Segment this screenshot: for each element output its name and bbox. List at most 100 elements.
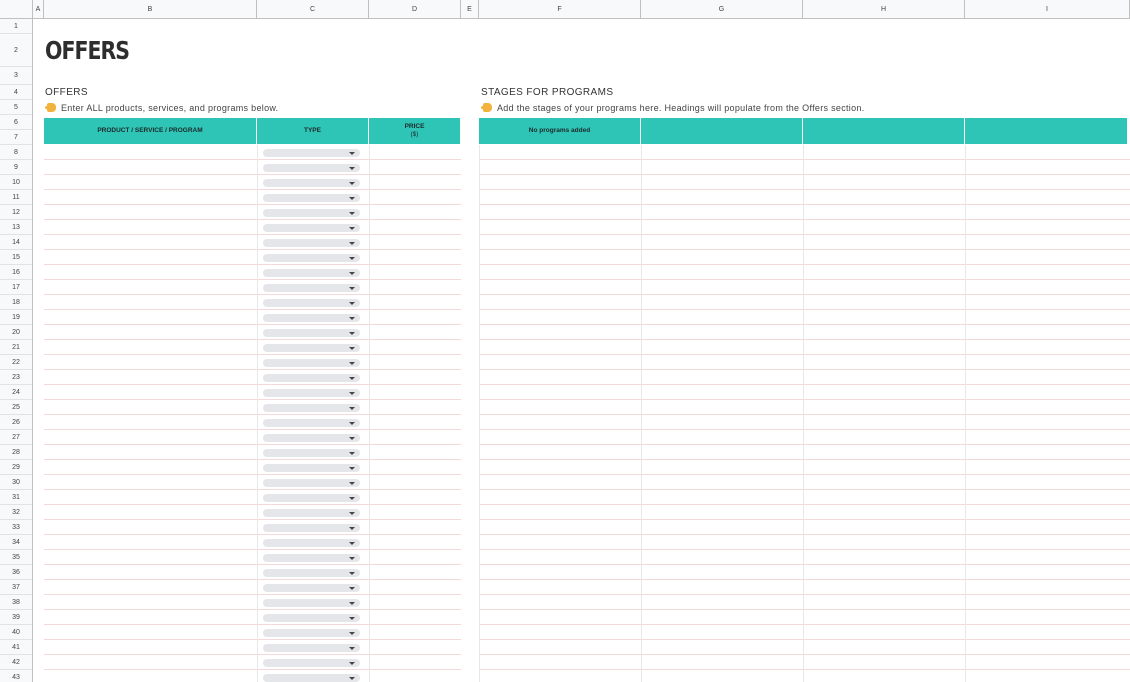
row-header-38[interactable]: 38 <box>0 595 32 610</box>
select-all-corner[interactable] <box>0 0 33 18</box>
row-header-34[interactable]: 34 <box>0 535 32 550</box>
row-header-25[interactable]: 25 <box>0 400 32 415</box>
row-header-3[interactable]: 3 <box>0 67 32 85</box>
type-dropdown[interactable] <box>263 164 360 172</box>
type-dropdown[interactable] <box>263 374 360 382</box>
type-dropdown[interactable] <box>263 299 360 307</box>
row-header-42[interactable]: 42 <box>0 655 32 670</box>
row-header-28[interactable]: 28 <box>0 445 32 460</box>
row-header-41[interactable]: 41 <box>0 640 32 655</box>
row-header-23[interactable]: 23 <box>0 370 32 385</box>
row-header-13[interactable]: 13 <box>0 220 32 235</box>
row-header-27[interactable]: 27 <box>0 430 32 445</box>
row-header-21[interactable]: 21 <box>0 340 32 355</box>
row-header-4[interactable]: 4 <box>0 85 32 100</box>
type-dropdown[interactable] <box>263 239 360 247</box>
row-header-17[interactable]: 17 <box>0 280 32 295</box>
header-stage-1[interactable]: No programs added <box>479 118 641 144</box>
type-dropdown[interactable] <box>263 269 360 277</box>
row-header-1[interactable]: 1 <box>0 19 32 34</box>
header-stage-4[interactable] <box>965 118 1128 144</box>
type-dropdown[interactable] <box>263 194 360 202</box>
row-header-6[interactable]: 6 <box>0 115 32 130</box>
row-header-43[interactable]: 43 <box>0 670 32 682</box>
row-header-2[interactable]: 2 <box>0 34 32 67</box>
row-header-20[interactable]: 20 <box>0 325 32 340</box>
type-dropdown[interactable] <box>263 614 360 622</box>
row-header-15[interactable]: 15 <box>0 250 32 265</box>
row-header-29[interactable]: 29 <box>0 460 32 475</box>
column-header-h[interactable]: H <box>803 0 965 18</box>
type-dropdown[interactable] <box>263 659 360 667</box>
row-header-33[interactable]: 33 <box>0 520 32 535</box>
row-header-24[interactable]: 24 <box>0 385 32 400</box>
column-header-c[interactable]: C <box>257 0 369 18</box>
type-dropdown[interactable] <box>263 449 360 457</box>
column-header-b[interactable]: B <box>44 0 257 18</box>
row-header-14[interactable]: 14 <box>0 235 32 250</box>
offers-row-divider <box>44 549 461 550</box>
type-dropdown[interactable] <box>263 359 360 367</box>
row-header-31[interactable]: 31 <box>0 490 32 505</box>
column-header-d[interactable]: D <box>369 0 461 18</box>
type-dropdown[interactable] <box>263 179 360 187</box>
type-dropdown[interactable] <box>263 584 360 592</box>
type-dropdown[interactable] <box>263 599 360 607</box>
type-dropdown[interactable] <box>263 509 360 517</box>
row-header-37[interactable]: 37 <box>0 580 32 595</box>
type-dropdown[interactable] <box>263 224 360 232</box>
type-dropdown[interactable] <box>263 539 360 547</box>
row-header-39[interactable]: 39 <box>0 610 32 625</box>
column-header-g[interactable]: G <box>641 0 803 18</box>
header-price[interactable]: PRICE ($) <box>369 118 461 144</box>
type-dropdown[interactable] <box>263 329 360 337</box>
type-dropdown[interactable] <box>263 629 360 637</box>
row-header-36[interactable]: 36 <box>0 565 32 580</box>
row-header-32[interactable]: 32 <box>0 505 32 520</box>
type-dropdown[interactable] <box>263 209 360 217</box>
page-title: OFFERS <box>45 36 130 65</box>
type-dropdown[interactable] <box>263 479 360 487</box>
type-dropdown[interactable] <box>263 389 360 397</box>
type-dropdown[interactable] <box>263 149 360 157</box>
row-header-10[interactable]: 10 <box>0 175 32 190</box>
row-header-12[interactable]: 12 <box>0 205 32 220</box>
type-dropdown[interactable] <box>263 284 360 292</box>
type-dropdown[interactable] <box>263 314 360 322</box>
column-header-i[interactable]: I <box>965 0 1130 18</box>
row-header-7[interactable]: 7 <box>0 130 32 145</box>
type-dropdown[interactable] <box>263 254 360 262</box>
row-header-11[interactable]: 11 <box>0 190 32 205</box>
row-header-16[interactable]: 16 <box>0 265 32 280</box>
type-dropdown[interactable] <box>263 524 360 532</box>
row-header-26[interactable]: 26 <box>0 415 32 430</box>
type-dropdown[interactable] <box>263 569 360 577</box>
column-header-e[interactable]: E <box>461 0 479 18</box>
header-type[interactable]: TYPE <box>257 118 369 144</box>
stages-row-divider <box>479 549 1130 550</box>
header-stage-3[interactable] <box>803 118 965 144</box>
row-header-22[interactable]: 22 <box>0 355 32 370</box>
column-header-f[interactable]: F <box>479 0 641 18</box>
row-header-19[interactable]: 19 <box>0 310 32 325</box>
row-header-30[interactable]: 30 <box>0 475 32 490</box>
column-header-a[interactable]: A <box>33 0 44 18</box>
type-dropdown[interactable] <box>263 344 360 352</box>
type-dropdown[interactable] <box>263 419 360 427</box>
row-header-35[interactable]: 35 <box>0 550 32 565</box>
row-header-8[interactable]: 8 <box>0 145 32 160</box>
type-dropdown[interactable] <box>263 644 360 652</box>
type-dropdown[interactable] <box>263 674 360 682</box>
type-dropdown[interactable] <box>263 494 360 502</box>
row-header-40[interactable]: 40 <box>0 625 32 640</box>
type-dropdown[interactable] <box>263 554 360 562</box>
row-header-9[interactable]: 9 <box>0 160 32 175</box>
type-dropdown[interactable] <box>263 464 360 472</box>
type-dropdown[interactable] <box>263 434 360 442</box>
header-stage-2[interactable] <box>641 118 803 144</box>
type-dropdown[interactable] <box>263 404 360 412</box>
header-product-service-program[interactable]: PRODUCT / SERVICE / PROGRAM <box>44 118 257 144</box>
row-header-5[interactable]: 5 <box>0 100 32 115</box>
offers-row-divider <box>44 594 461 595</box>
row-header-18[interactable]: 18 <box>0 295 32 310</box>
